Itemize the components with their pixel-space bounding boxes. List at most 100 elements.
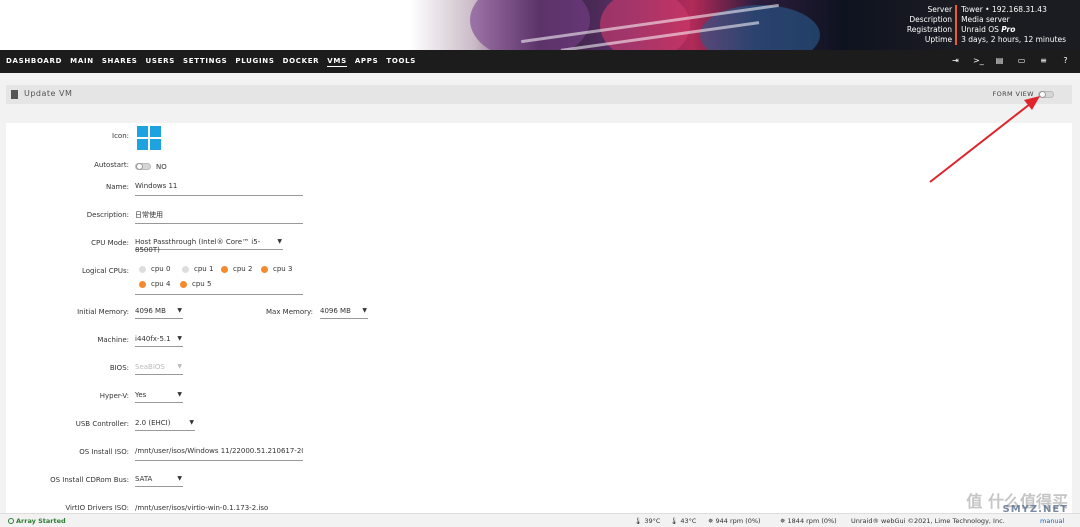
help-icon[interactable]: ? bbox=[1061, 56, 1070, 66]
vm-form-panel: Icon: Autostart: NO Name: Windows 11 Des… bbox=[6, 123, 1072, 513]
cpu-label: cpu 2 bbox=[233, 265, 253, 273]
server-info-key: Uptime bbox=[924, 35, 953, 44]
registration-prefix: Unraid OS bbox=[961, 25, 1002, 34]
fan1-value: 944 rpm (0%) bbox=[715, 517, 761, 525]
display-icon[interactable]: ▭ bbox=[1017, 56, 1026, 66]
nav-vms[interactable]: VMS bbox=[327, 57, 347, 67]
machine-select[interactable]: i440fx-5.1 ▼ bbox=[135, 335, 183, 347]
bios-value: SeaBIOS bbox=[135, 363, 165, 371]
cpu-mode-select[interactable]: Host Passthrough (Intel® Core™ i5-8500T)… bbox=[135, 238, 283, 254]
registration-tier: Pro bbox=[1001, 25, 1016, 34]
cpu-label: cpu 1 bbox=[194, 265, 214, 273]
cdrom-bus-select[interactable]: SATA ▼ bbox=[135, 475, 183, 487]
chevron-down-icon: ▼ bbox=[277, 238, 282, 245]
toggle-knob bbox=[1039, 91, 1046, 98]
fan2-value: 1844 rpm (0%) bbox=[787, 517, 837, 525]
cpu-label: cpu 5 bbox=[192, 280, 212, 288]
nav-shares[interactable]: SHARES bbox=[102, 57, 138, 66]
machine-value: i440fx-5.1 bbox=[135, 335, 171, 343]
status-ok-icon bbox=[8, 518, 14, 524]
max-memory-label: Max Memory: bbox=[265, 308, 313, 316]
page-title: Update VM bbox=[24, 89, 73, 98]
server-registration[interactable]: Unraid OS Pro bbox=[961, 25, 1066, 35]
thermometer-icon: 🌡 bbox=[634, 517, 643, 525]
page-titlebar: Update VM FORM VIEW bbox=[6, 85, 1072, 104]
nav-plugins[interactable]: PLUGINS bbox=[235, 57, 274, 66]
virtio-iso-label: VirtIO Drivers ISO: bbox=[65, 504, 129, 512]
logout-icon[interactable]: ⇥ bbox=[951, 56, 960, 66]
cpu-temp-value: 39°C bbox=[644, 517, 661, 525]
max-memory-value: 4096 MB bbox=[320, 307, 351, 315]
cpu-temp: 🌡 39°C bbox=[634, 517, 660, 525]
os-iso-field[interactable]: /mnt/user/isos/Windows 11/22000.51.21061… bbox=[135, 447, 303, 461]
cpu-label: cpu 0 bbox=[151, 265, 171, 273]
nav-apps[interactable]: APPS bbox=[355, 57, 379, 66]
autostart-value: NO bbox=[156, 163, 167, 171]
chevron-down-icon: ▼ bbox=[177, 475, 182, 482]
fan-icon: ✵ bbox=[708, 517, 714, 525]
nav-docker[interactable]: DOCKER bbox=[283, 57, 320, 66]
server-info-key: Server bbox=[927, 5, 953, 14]
form-view-toggle[interactable] bbox=[1038, 91, 1054, 98]
max-memory-select[interactable]: 4096 MB ▼ bbox=[320, 307, 368, 319]
nav-dashboard[interactable]: DASHBOARD bbox=[6, 57, 62, 66]
bios-select: SeaBIOS ▼ bbox=[135, 363, 183, 375]
initial-memory-select[interactable]: 4096 MB ▼ bbox=[135, 307, 183, 319]
feedback-icon[interactable]: ▤ bbox=[995, 56, 1004, 66]
nav-settings[interactable]: SETTINGS bbox=[183, 57, 227, 66]
initial-memory-label: Initial Memory: bbox=[77, 308, 129, 316]
cpu-dot bbox=[261, 266, 268, 273]
fan-icon: ✵ bbox=[780, 517, 786, 525]
hyperv-select[interactable]: Yes ▼ bbox=[135, 391, 183, 403]
server-info: Server Description Registration Uptime T… bbox=[907, 5, 1066, 45]
icon-label: Icon: bbox=[112, 132, 129, 140]
cpu-label: cpu 4 bbox=[151, 280, 171, 288]
server-uptime: 3 days, 2 hours, 12 minutes bbox=[961, 35, 1066, 44]
array-status: Array Started bbox=[8, 517, 66, 525]
cdrom-bus-label: OS Install CDRom Bus: bbox=[50, 476, 129, 484]
usb-controller-value: 2.0 (EHCI) bbox=[135, 419, 171, 427]
os-iso-label: OS Install ISO: bbox=[79, 448, 129, 456]
mb-temp-value: 43°C bbox=[680, 517, 697, 525]
server-info-key: Description bbox=[909, 15, 953, 24]
copy-icon bbox=[11, 90, 18, 99]
description-field[interactable]: 日常使用 bbox=[135, 210, 303, 224]
cpu-divider bbox=[135, 294, 303, 295]
cpu-dot bbox=[182, 266, 189, 273]
usb-controller-select[interactable]: 2.0 (EHCI) ▼ bbox=[135, 419, 195, 431]
toggle-knob bbox=[136, 163, 143, 170]
nav-main[interactable]: MAIN bbox=[70, 57, 94, 66]
name-field[interactable]: Windows 11 bbox=[135, 182, 303, 196]
chevron-down-icon: ▼ bbox=[189, 419, 194, 426]
server-name: Tower • 192.168.31.43 bbox=[961, 5, 1047, 14]
mb-temp: 🌡 43°C bbox=[670, 517, 696, 525]
cpu-label: cpu 3 bbox=[273, 265, 293, 273]
description-label: Description: bbox=[86, 211, 129, 219]
banner-art bbox=[470, 0, 590, 50]
initial-memory-value: 4096 MB bbox=[135, 307, 166, 315]
main-nav: DASHBOARD MAIN SHARES USERS SETTINGS PLU… bbox=[0, 50, 1080, 73]
virtio-iso-field[interactable]: /mnt/user/isos/virtio-win-0.1.173-2.iso bbox=[135, 504, 303, 512]
cpu-mode-label: CPU Mode: bbox=[91, 239, 129, 247]
hyperv-value: Yes bbox=[135, 391, 147, 399]
autostart-toggle[interactable] bbox=[135, 163, 151, 170]
usb-controller-label: USB Controller: bbox=[75, 420, 129, 428]
fan1-speed: ✵ 944 rpm (0%) bbox=[708, 517, 761, 525]
chevron-down-icon: ▼ bbox=[177, 335, 182, 342]
bios-label: BIOS: bbox=[109, 364, 129, 372]
array-status-text: Array Started bbox=[16, 517, 66, 525]
manual-link[interactable]: manual bbox=[1040, 517, 1064, 525]
chevron-down-icon: ▼ bbox=[177, 307, 182, 314]
windows-icon[interactable] bbox=[137, 126, 161, 150]
nav-tools[interactable]: TOOLS bbox=[386, 57, 416, 66]
log-icon[interactable]: ≡ bbox=[1039, 56, 1048, 66]
nav-users[interactable]: USERS bbox=[146, 57, 175, 66]
server-description: Media server bbox=[961, 15, 1010, 24]
chevron-down-icon: ▼ bbox=[177, 363, 182, 370]
header-banner: Server Description Registration Uptime T… bbox=[0, 0, 1080, 50]
cpu-dot bbox=[221, 266, 228, 273]
hyperv-label: Hyper-V: bbox=[99, 392, 129, 400]
terminal-icon[interactable]: >_ bbox=[973, 56, 984, 66]
chevron-down-icon: ▼ bbox=[362, 307, 367, 314]
name-label: Name: bbox=[105, 183, 129, 191]
